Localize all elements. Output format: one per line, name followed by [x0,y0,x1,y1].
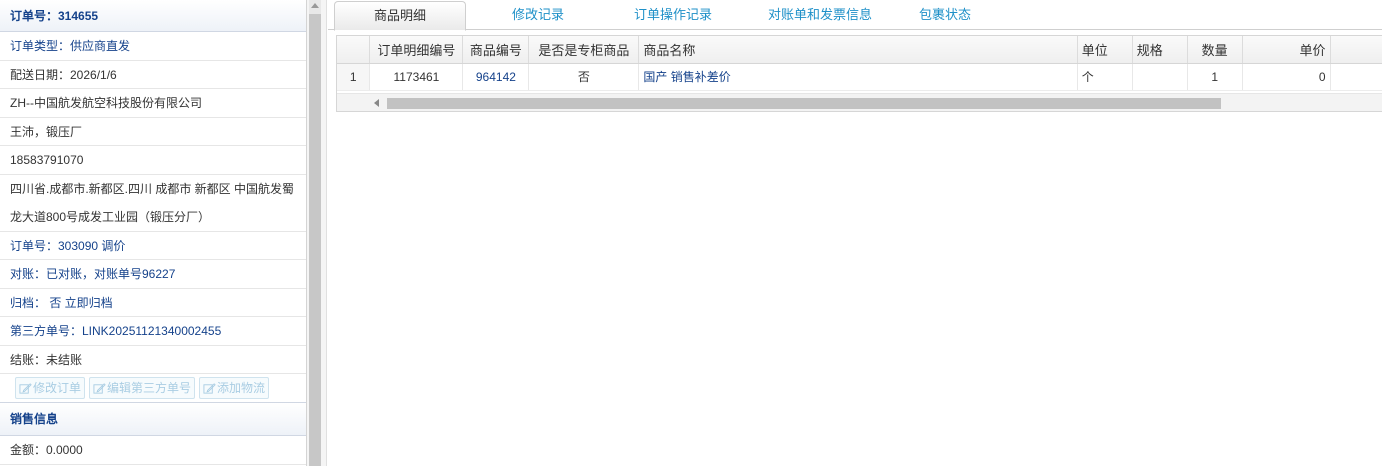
col-spec[interactable]: 规格 [1132,36,1188,64]
archive-status[interactable]: 归档： 否 立即归档 [0,289,306,317]
col-product-id[interactable]: 商品编号 [462,36,530,64]
col-rownum [337,36,371,64]
edit-third-party-label: 编辑第三方单号 [107,381,192,395]
edit-icon [19,382,32,394]
product-grid: 订单明细编号 商品编号 是否是专柜商品 商品名称 单位 规格 数量 单价 1 1… [336,35,1382,112]
order-number-header: 订单号：314655 [0,0,306,32]
cell-is-counter: 否 [528,63,640,91]
sales-info-header: 销售信息 [0,403,306,436]
grid-horizontal-scrollbar[interactable] [337,93,1382,111]
add-logistics-button[interactable]: 添加物流 [199,377,270,399]
app-window: 订单号：314655 订单类型：供应商直发 配送日期：2026/1/6 ZH--… [0,0,1382,466]
reconciliation-status[interactable]: 对账：已对账，对账单号96227 [0,260,306,289]
col-product-name[interactable]: 商品名称 [638,36,1078,64]
order-info-panel: 订单号：314655 订单类型：供应商直发 配送日期：2026/1/6 ZH--… [0,0,307,466]
sales-amount: 金额：0.0000 [0,436,306,465]
edit-icon [93,382,106,394]
product-table: 订单明细编号 商品编号 是否是专柜商品 商品名称 单位 规格 数量 单价 1 1… [337,36,1382,91]
tab-operation-log[interactable]: 订单操作记录 [608,1,738,30]
tab-modification-log[interactable]: 修改记录 [478,1,598,30]
scroll-left-icon[interactable] [374,99,379,107]
delivery-address: 四川省.成都市.新都区.四川 成都市 新都区 中国航发蜀龙大道800号成发工业园… [0,175,306,232]
edit-icon [203,382,216,394]
col-quantity[interactable]: 数量 [1187,36,1243,64]
contact-person: 王沛，锻压厂 [0,118,306,146]
col-unit-price[interactable]: 单价 [1242,36,1331,64]
edit-order-button[interactable]: 修改订单 [15,377,86,399]
company-name: ZH--中国航发航空科技股份有限公司 [0,89,306,118]
tab-product-details[interactable]: 商品明细 [334,1,466,31]
settlement-status: 结账：未结账 [0,346,306,374]
scroll-up-icon[interactable] [311,3,319,8]
tab-reconciliation-invoice[interactable]: 对账单和发票信息 [746,1,894,30]
delivery-date: 配送日期：2026/1/6 [0,61,306,89]
table-row[interactable]: 1 1173461 964142 否 国产 销售补差价 个 1 0 [337,63,1382,91]
related-order[interactable]: 订单号：303090 调价 [0,232,306,260]
cell-unit: 个 [1077,63,1133,91]
cell-product-name[interactable]: 国产 销售补差价 [638,63,1078,91]
cell-spec [1132,63,1188,91]
left-panel-scrollbar[interactable] [307,0,327,466]
cell-product-id[interactable]: 964142 [462,63,530,91]
scrollbar-thumb[interactable] [309,14,321,466]
row-number: 1 [337,63,371,91]
third-party-number: 第三方单号：LINK20251121340002455 [0,317,306,346]
cell-filler [1330,63,1382,91]
col-filler [1330,36,1382,64]
edit-third-party-button[interactable]: 编辑第三方单号 [89,377,196,399]
cell-quantity: 1 [1187,63,1243,91]
table-header-row: 订单明细编号 商品编号 是否是专柜商品 商品名称 单位 规格 数量 单价 [337,36,1382,64]
add-logistics-label: 添加物流 [217,381,266,395]
cell-detail-id: 1173461 [369,63,464,91]
order-action-buttons: 修改订单 编辑第三方单号 添加物流 [0,374,306,403]
tab-bar: 商品明细 修改记录 订单操作记录 对账单和发票信息 包裹状态 [328,0,1382,31]
detail-panel: 商品明细 修改记录 订单操作记录 对账单和发票信息 包裹状态 订单明细编号 商品… [328,0,1382,466]
tab-package-status[interactable]: 包裹状态 [900,1,990,30]
col-unit[interactable]: 单位 [1077,36,1133,64]
cell-unit-price: 0 [1242,63,1331,91]
col-is-counter[interactable]: 是否是专柜商品 [528,36,640,64]
grid-scrollbar-thumb[interactable] [387,98,1221,109]
col-detail-id[interactable]: 订单明细编号 [369,36,464,64]
edit-order-label: 修改订单 [33,381,82,395]
contact-phone: 18583791070 [0,146,306,175]
order-type: 订单类型：供应商直发 [0,32,306,61]
